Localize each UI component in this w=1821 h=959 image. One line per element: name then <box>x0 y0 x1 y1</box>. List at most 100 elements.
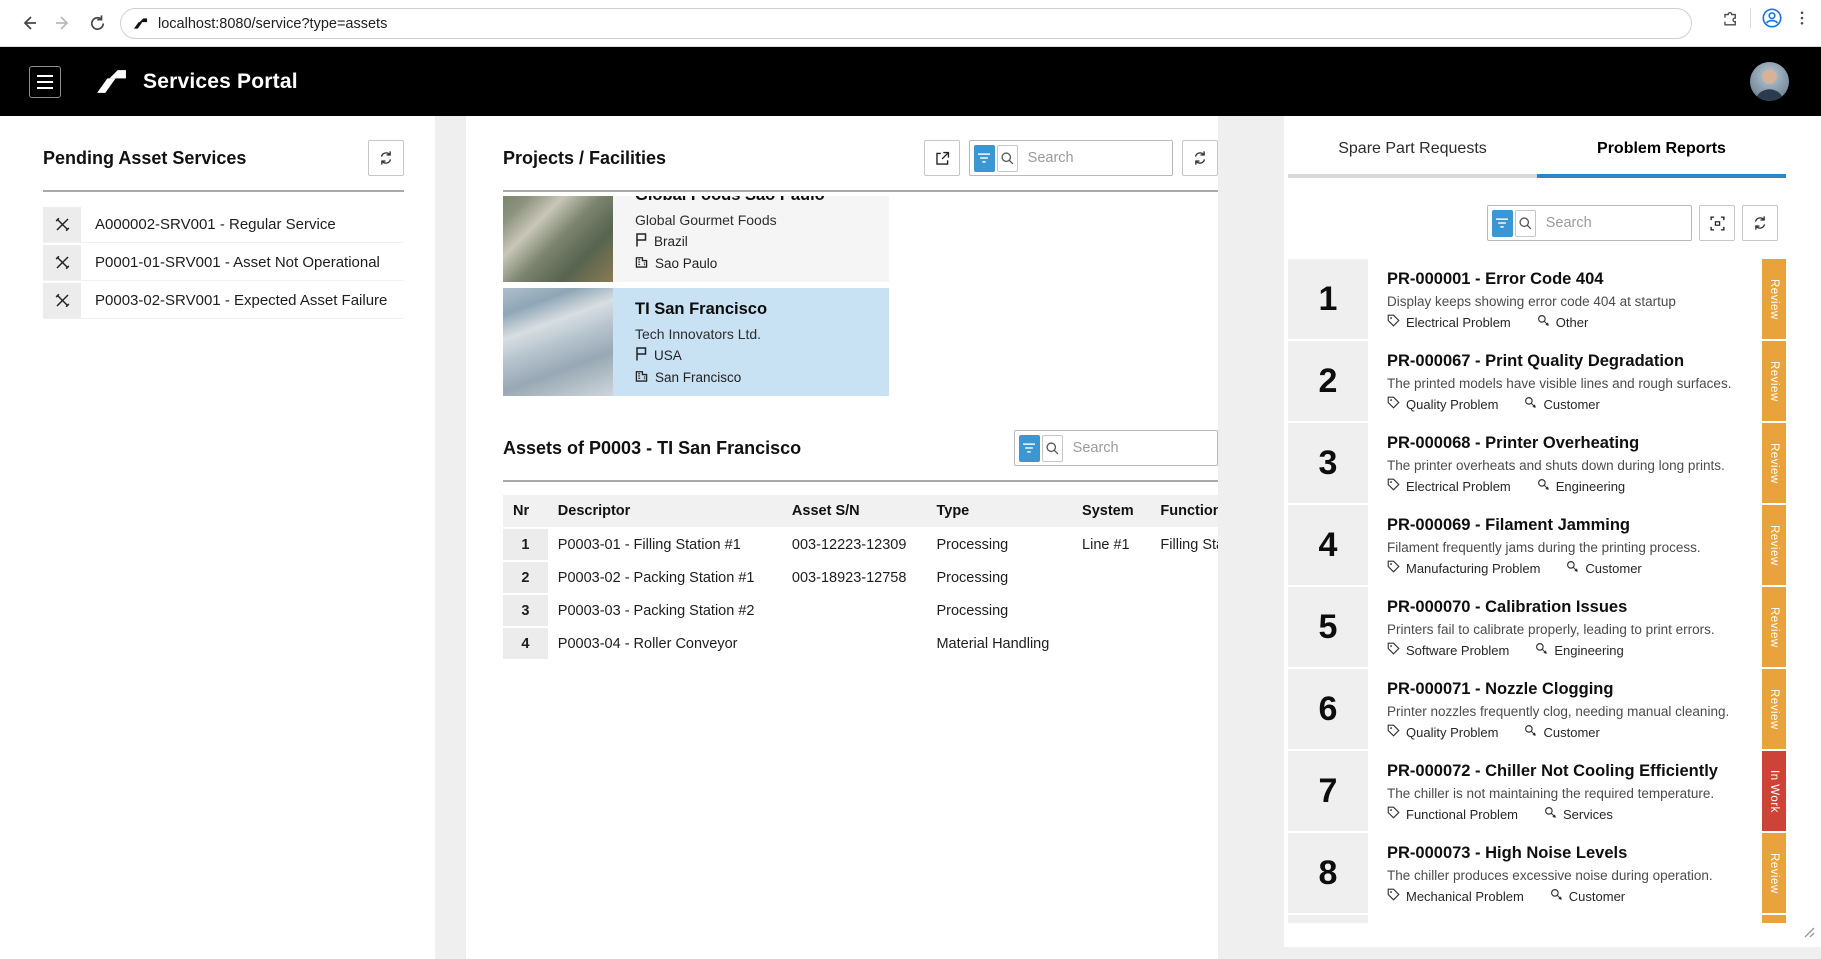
problem-report-item[interactable]: 9 PR-000074 - Frequent Cycling On and Of… <box>1288 915 1786 923</box>
tag-icon <box>1387 806 1400 822</box>
report-problem-type: Quality Problem <box>1406 397 1498 412</box>
report-number: 5 <box>1288 587 1368 667</box>
assets-filter-button[interactable] <box>1019 435 1040 462</box>
reports-search <box>1487 205 1692 241</box>
extensions-icon[interactable] <box>1721 9 1740 28</box>
problem-report-item[interactable]: 4 PR-000069 - Filament Jamming Filament … <box>1288 505 1786 585</box>
pending-services-refresh-button[interactable] <box>368 140 404 176</box>
report-title: PR-000070 - Calibration Issues <box>1387 598 1754 617</box>
browser-reload-button[interactable] <box>80 6 114 40</box>
column-system[interactable]: System <box>1072 495 1150 528</box>
tag-icon <box>1387 478 1400 494</box>
tab-problem-reports[interactable]: Problem Reports <box>1537 140 1786 178</box>
report-number: 4 <box>1288 505 1368 585</box>
column-type[interactable]: Type <box>926 495 1072 528</box>
menu-button[interactable] <box>29 66 61 98</box>
report-description: Filament frequently jams during the prin… <box>1387 540 1754 555</box>
reports-search-icon[interactable] <box>1515 210 1536 237</box>
asset-system <box>1072 561 1150 594</box>
asset-function: Filling Station <box>1150 528 1218 561</box>
facilities-search-icon[interactable] <box>997 145 1018 172</box>
facilities-refresh-button[interactable] <box>1182 140 1218 176</box>
app-logo-icon <box>95 68 128 95</box>
problem-report-item[interactable]: 6 PR-000071 - Nozzle Clogging Printer no… <box>1288 669 1786 749</box>
facilities-search-input[interactable] <box>1018 150 1168 166</box>
section-divider <box>503 190 1218 192</box>
report-number: 6 <box>1288 669 1368 749</box>
problem-report-item[interactable]: 8 PR-000073 - High Noise Levels The chil… <box>1288 833 1786 913</box>
facility-card[interactable]: Global Foods Sao Paulo Global Gourmet Fo… <box>503 196 889 282</box>
facility-image <box>503 288 613 396</box>
tab-spare-part-requests[interactable]: Spare Part Requests <box>1288 140 1537 178</box>
report-detected-by: Customer <box>1543 397 1599 412</box>
problem-report-item[interactable]: 7 PR-000072 - Chiller Not Cooling Effici… <box>1288 751 1786 831</box>
problem-reports-list: 1 PR-000001 - Error Code 404 Display kee… <box>1288 259 1786 923</box>
flag-icon <box>635 347 647 364</box>
tag-icon <box>1387 642 1400 658</box>
report-description: Display keeps showing error code 404 at … <box>1387 294 1754 309</box>
pending-service-item[interactable]: P0001-01-SRV001 - Asset Not Operational <box>43 245 404 281</box>
url-text: localhost:8080/service?type=assets <box>158 16 387 32</box>
reports-filter-button[interactable] <box>1492 210 1513 237</box>
address-bar[interactable]: localhost:8080/service?type=assets <box>120 8 1692 39</box>
tag-icon <box>1387 888 1400 904</box>
service-tools-icon <box>43 283 81 318</box>
assets-search-icon[interactable] <box>1042 435 1063 462</box>
reports-panel: Spare Part Requests Problem Reports 1 PR… <box>1284 116 1821 947</box>
pending-service-item[interactable]: A000002-SRV001 - Regular Service <box>43 207 404 243</box>
pending-services-title: Pending Asset Services <box>43 148 246 169</box>
browser-menu-icon[interactable] <box>1793 9 1811 27</box>
profile-icon[interactable] <box>1761 7 1783 29</box>
reports-search-input[interactable] <box>1536 215 1687 231</box>
asset-type: Processing <box>926 561 1072 594</box>
asset-sn: 003-12223-12309 <box>782 528 927 561</box>
asset-row[interactable]: 2 P0003-02 - Packing Station #1 003-1892… <box>503 561 1218 594</box>
flag-icon <box>635 233 647 250</box>
assets-search-input[interactable] <box>1063 440 1213 456</box>
detected-by-icon <box>1537 314 1550 330</box>
reports-expand-button[interactable] <box>1699 205 1735 241</box>
problem-report-item[interactable]: 1 PR-000001 - Error Code 404 Display kee… <box>1288 259 1786 339</box>
reports-refresh-button[interactable] <box>1742 205 1778 241</box>
column-function[interactable]: Function <box>1150 495 1218 528</box>
facility-country: USA <box>654 348 682 363</box>
column-asset-sn[interactable]: Asset S/N <box>782 495 927 528</box>
report-title: PR-000072 - Chiller Not Cooling Efficien… <box>1387 762 1754 781</box>
report-title: PR-000067 - Print Quality Degradation <box>1387 352 1754 371</box>
asset-system <box>1072 627 1150 660</box>
column-descriptor[interactable]: Descriptor <box>548 495 782 528</box>
user-avatar[interactable] <box>1750 62 1789 101</box>
report-status-badge: Review <box>1762 505 1786 585</box>
browser-forward-button[interactable] <box>46 6 80 40</box>
facilities-filter-button[interactable] <box>974 145 995 172</box>
problem-report-item[interactable]: 2 PR-000067 - Print Quality Degradation … <box>1288 341 1786 421</box>
problem-report-item[interactable]: 5 PR-000070 - Calibration Issues Printer… <box>1288 587 1786 667</box>
problem-report-item[interactable]: 3 PR-000068 - Printer Overheating The pr… <box>1288 423 1786 503</box>
building-icon <box>635 255 648 271</box>
browser-back-button[interactable] <box>12 6 46 40</box>
report-status-badge: Review <box>1762 423 1786 503</box>
asset-row[interactable]: 3 P0003-03 - Packing Station #2 Processi… <box>503 594 1218 627</box>
assets-search <box>1014 430 1218 466</box>
projects-facilities-title: Projects / Facilities <box>503 148 666 169</box>
section-divider <box>503 480 1218 482</box>
asset-system: Line #1 <box>1072 528 1150 561</box>
report-detected-by: Engineering <box>1556 479 1625 494</box>
assets-table: Nr Descriptor Asset S/N Type System Func… <box>503 495 1218 661</box>
asset-row[interactable]: 4 P0003-04 - Roller Conveyor Material Ha… <box>503 627 1218 660</box>
asset-sn <box>782 594 927 627</box>
service-tools-icon <box>43 207 81 242</box>
detected-by-icon <box>1535 642 1548 658</box>
resize-grip-icon[interactable] <box>1803 925 1815 943</box>
asset-function <box>1150 561 1218 594</box>
chrome-separator <box>1750 8 1751 28</box>
facility-country: Brazil <box>654 234 688 249</box>
asset-sn <box>782 627 927 660</box>
facility-card[interactable]: TI San Francisco Tech Innovators Ltd. US… <box>503 288 889 396</box>
asset-sn: 003-18923-12758 <box>782 561 927 594</box>
open-in-new-window-button[interactable] <box>924 140 960 176</box>
asset-row[interactable]: 1 P0003-01 - Filling Station #1 003-1222… <box>503 528 1218 561</box>
facility-image <box>503 196 613 282</box>
column-nr[interactable]: Nr <box>503 495 548 528</box>
pending-service-item[interactable]: P0003-02-SRV001 - Expected Asset Failure <box>43 283 404 319</box>
